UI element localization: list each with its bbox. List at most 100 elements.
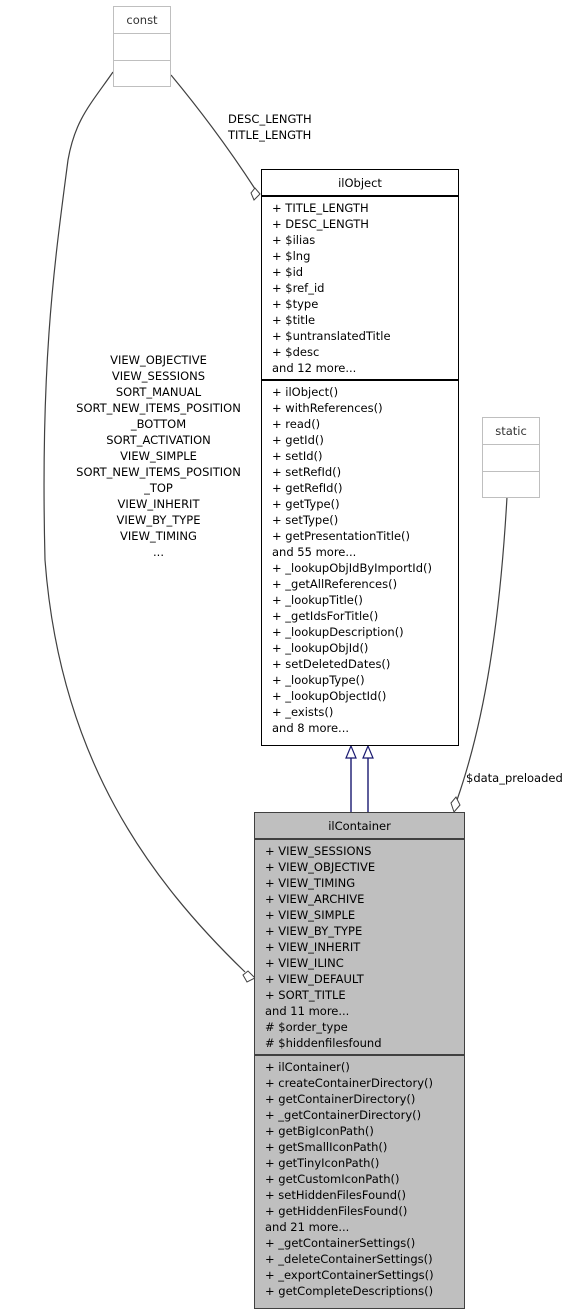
attribute-item: + $ilias bbox=[272, 233, 316, 247]
edge-label-line: VIEW_SIMPLE bbox=[120, 449, 197, 463]
edge-label-line: SORT_NEW_ITEMS_POSITION bbox=[76, 465, 241, 479]
edge-label-line: _TOP bbox=[144, 481, 173, 495]
edge-label-line: VIEW_OBJECTIVE bbox=[110, 353, 207, 367]
method-item: + ilObject() bbox=[272, 385, 339, 399]
method-item: + setDeletedDates() bbox=[272, 657, 391, 671]
method-item: + getPresentationTitle() bbox=[272, 529, 411, 543]
method-item: + getType() bbox=[272, 497, 340, 511]
aggregation-diamond-icon bbox=[450, 796, 461, 813]
method-item: + getTinyIconPath() bbox=[265, 1156, 380, 1170]
edge-label-static-ilcontainer: $data_preloaded bbox=[466, 770, 563, 786]
attribute-item: + VIEW_SESSIONS bbox=[265, 844, 372, 858]
method-item: + getBigIconPath() bbox=[265, 1124, 374, 1138]
attribute-item: + $ref_id bbox=[272, 281, 325, 295]
attribute-item: # $hiddenfilesfound bbox=[265, 1036, 382, 1050]
attribute-item: + VIEW_DEFAULT bbox=[265, 972, 364, 986]
edge-label-line: SORT_ACTIVATION bbox=[106, 433, 211, 447]
attribute-item: + $id bbox=[272, 265, 304, 279]
inheritance-arrow-icon bbox=[362, 744, 374, 759]
class-ilcontainer[interactable]: ilContainer + VIEW_SESSIONS + VIEW_OBJECT… bbox=[254, 812, 465, 1309]
method-item: + getRefId() bbox=[272, 481, 343, 495]
method-item: + _getContainerDirectory() bbox=[265, 1108, 422, 1122]
methods-section: + ilObject() + withReferences() + read() + … bbox=[262, 379, 458, 739]
method-item: + setId() bbox=[272, 449, 323, 463]
edge-label-line: VIEW_TIMING bbox=[120, 529, 197, 543]
methods-section bbox=[483, 472, 539, 498]
class-name: static bbox=[483, 418, 539, 445]
method-item: + getCompleteDescriptions() bbox=[265, 1284, 434, 1298]
method-item: + ilContainer() bbox=[265, 1060, 350, 1074]
method-item: + setRefId() bbox=[272, 465, 342, 479]
class-const[interactable]: const bbox=[113, 6, 171, 87]
edge-label-line: ... bbox=[153, 545, 164, 559]
attribute-item: + VIEW_BY_TYPE bbox=[265, 924, 363, 938]
method-item: + _lookupObjId() bbox=[272, 641, 369, 655]
edge-static-ilcontainer bbox=[456, 496, 508, 801]
method-item: + _lookupDescription() bbox=[272, 625, 404, 639]
method-item: + _lookupObjIdByImportId() bbox=[272, 561, 432, 575]
attributes-section bbox=[114, 34, 170, 61]
attribute-item: + VIEW_ILINC bbox=[265, 956, 344, 970]
method-item: + withReferences() bbox=[272, 401, 383, 415]
edge-label-const-ilcontainer: VIEW_OBJECTIVE VIEW_SESSIONS SORT_MANUAL SO… bbox=[66, 352, 251, 560]
method-item: + _exists() bbox=[272, 705, 334, 719]
edge-label-line: VIEW_BY_TYPE bbox=[116, 513, 201, 527]
inheritance-arrow-icon bbox=[345, 744, 357, 759]
edge-label-line: $data_preloaded bbox=[466, 771, 563, 785]
edge-label-line: DESC_LENGTH bbox=[228, 112, 312, 126]
method-item: + setType() bbox=[272, 513, 339, 527]
edge-label-line: VIEW_INHERIT bbox=[117, 497, 200, 511]
attribute-item: + DESC_LENGTH bbox=[272, 217, 369, 231]
method-item: and 55 more... bbox=[272, 545, 357, 559]
class-name: ilObject bbox=[262, 170, 458, 197]
attributes-section: + TITLE_LENGTH + DESC_LENGTH + $ilias + $ln… bbox=[262, 197, 458, 379]
attribute-item: + VIEW_ARCHIVE bbox=[265, 892, 365, 906]
attribute-item: + VIEW_TIMING bbox=[265, 876, 356, 890]
method-item: + getCustomIconPath() bbox=[265, 1172, 400, 1186]
methods-section: + ilContainer() + createContainerDirector… bbox=[255, 1054, 464, 1302]
method-item: + setHiddenFilesFound() bbox=[265, 1188, 406, 1202]
attribute-item: + VIEW_SIMPLE bbox=[265, 908, 356, 922]
method-item: + _getIdsForTitle() bbox=[272, 609, 379, 623]
method-item: + _deleteContainerSettings() bbox=[265, 1252, 433, 1266]
attribute-item: + $lng bbox=[272, 249, 311, 263]
method-item: + getHiddenFilesFound() bbox=[265, 1204, 408, 1218]
methods-section bbox=[114, 61, 170, 87]
attribute-item: + VIEW_OBJECTIVE bbox=[265, 860, 376, 874]
attribute-item: + $title bbox=[272, 313, 316, 327]
edge-label-line: _BOTTOM bbox=[130, 417, 187, 431]
attributes-section bbox=[483, 445, 539, 472]
class-static[interactable]: static bbox=[482, 417, 540, 498]
aggregation-diamond-icon bbox=[250, 187, 261, 201]
edge-label-const-ilobject: DESC_LENGTH TITLE_LENGTH bbox=[228, 111, 312, 143]
class-name: const bbox=[114, 7, 170, 34]
method-item: + _exportContainerSettings() bbox=[265, 1268, 434, 1282]
class-name: ilContainer bbox=[255, 813, 464, 840]
class-ilobject[interactable]: ilObject + TITLE_LENGTH + DESC_LENGTH + $i… bbox=[261, 169, 459, 746]
attribute-item: + $desc bbox=[272, 345, 320, 359]
attribute-item: and 12 more... bbox=[272, 361, 357, 375]
attribute-item: # $order_type bbox=[265, 1020, 348, 1034]
attribute-item: + $type bbox=[272, 297, 319, 311]
method-item: + _lookupTitle() bbox=[272, 593, 363, 607]
method-item: + getId() bbox=[272, 433, 324, 447]
method-item: + _getContainerSettings() bbox=[265, 1236, 416, 1250]
edge-label-line: SORT_NEW_ITEMS_POSITION bbox=[76, 401, 241, 415]
attribute-item: + SORT_TITLE bbox=[265, 988, 346, 1002]
method-item: + getSmallIconPath() bbox=[265, 1140, 388, 1154]
method-item: + getContainerDirectory() bbox=[265, 1092, 416, 1106]
method-item: + _lookupObjectId() bbox=[272, 689, 387, 703]
attribute-item: + $untranslatedTitle bbox=[272, 329, 391, 343]
method-item: + read() bbox=[272, 417, 321, 431]
method-item: + createContainerDirectory() bbox=[265, 1076, 433, 1090]
edge-label-line: TITLE_LENGTH bbox=[228, 128, 312, 142]
edge-label-line: SORT_MANUAL bbox=[115, 385, 202, 399]
attribute-item: + VIEW_INHERIT bbox=[265, 940, 361, 954]
attributes-section: + VIEW_SESSIONS + VIEW_OBJECTIVE + VIEW_TI… bbox=[255, 840, 464, 1054]
method-item: and 21 more... bbox=[265, 1220, 350, 1234]
attribute-item: + TITLE_LENGTH bbox=[272, 201, 369, 215]
method-item: + _lookupType() bbox=[272, 673, 365, 687]
edge-label-line: VIEW_SESSIONS bbox=[111, 369, 206, 383]
method-item: and 8 more... bbox=[272, 721, 350, 735]
method-item: + _getAllReferences() bbox=[272, 577, 398, 591]
